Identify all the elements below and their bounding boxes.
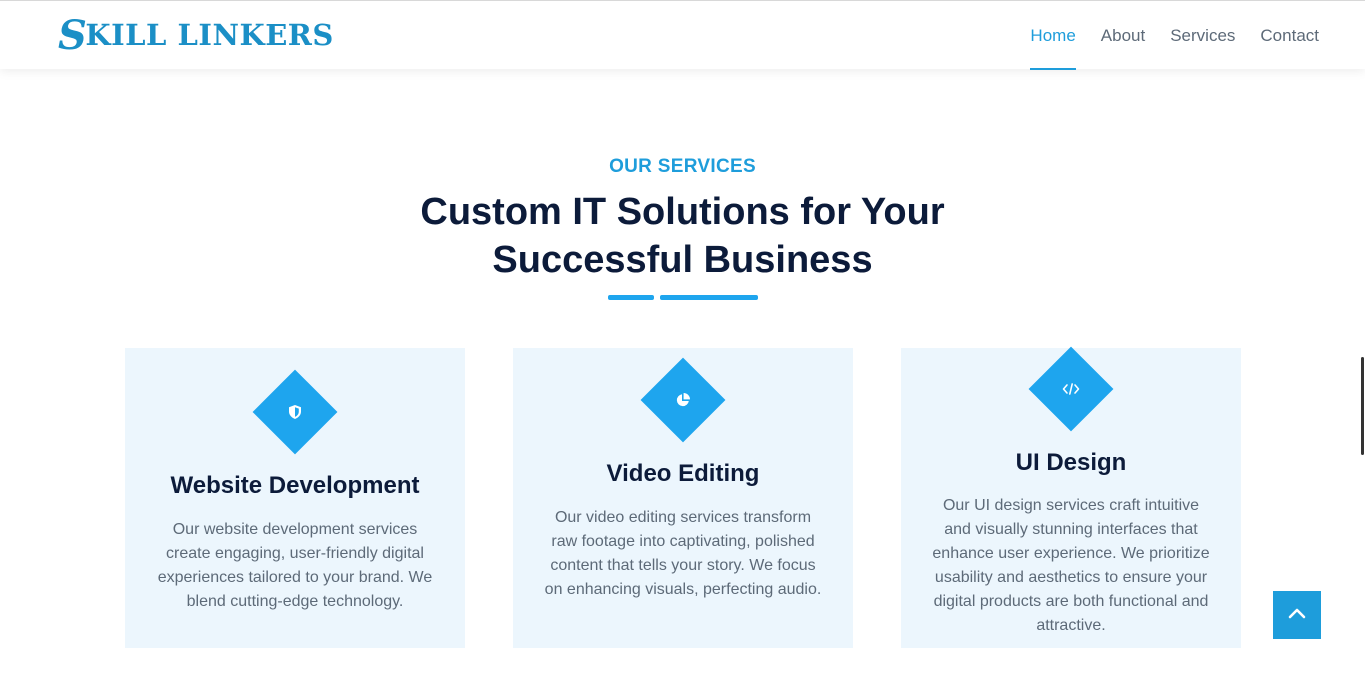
chevron-up-icon	[1288, 606, 1306, 624]
nav-home[interactable]: Home	[1030, 1, 1077, 70]
card-icon-badge	[640, 357, 726, 443]
site-header: S KILL LINKERS Home About Services Conta…	[0, 0, 1365, 70]
back-to-top-button[interactable]	[1273, 591, 1321, 639]
service-card-website-development: Website Development Our website developm…	[125, 348, 465, 648]
logo-text: KILL LINKERS	[85, 18, 334, 52]
pie-chart-icon	[675, 392, 691, 408]
nav-services[interactable]: Services	[1170, 1, 1235, 70]
section-heading-line1: Custom IT Solutions for Your	[420, 191, 945, 233]
shield-icon	[287, 404, 303, 420]
card-icon-badge	[252, 369, 338, 455]
nav-about[interactable]: About	[1101, 1, 1145, 70]
section-heading: Custom IT Solutions for Your Successful …	[0, 188, 1365, 284]
heading-divider-short	[608, 295, 654, 300]
main-nav: Home About Services Contact	[1030, 1, 1319, 70]
card-description: Our video editing services transform raw…	[544, 509, 822, 598]
card-description: Our UI design services craft intuitive a…	[932, 497, 1210, 634]
card-title: Website Development	[170, 472, 420, 499]
service-card-video-editing: Video Editing Our video editing services…	[513, 348, 853, 648]
page-scrollbar-thumb[interactable]	[1361, 357, 1364, 455]
card-title: UI Design	[1015, 449, 1127, 476]
section-heading-line2: Successful Business	[492, 239, 873, 281]
card-icon-badge	[1028, 346, 1114, 432]
nav-contact[interactable]: Contact	[1260, 1, 1319, 70]
card-description: Our website development services create …	[157, 521, 433, 610]
logo-initial: S	[58, 11, 88, 59]
card-title: Video Editing	[606, 460, 760, 487]
heading-divider-long	[660, 295, 758, 300]
service-card-ui-design: UI Design Our UI design services craft i…	[901, 346, 1241, 648]
site-logo[interactable]: S KILL LINKERS	[58, 12, 334, 59]
section-eyebrow: OUR SERVICES	[609, 156, 756, 177]
code-icon	[1062, 382, 1080, 396]
